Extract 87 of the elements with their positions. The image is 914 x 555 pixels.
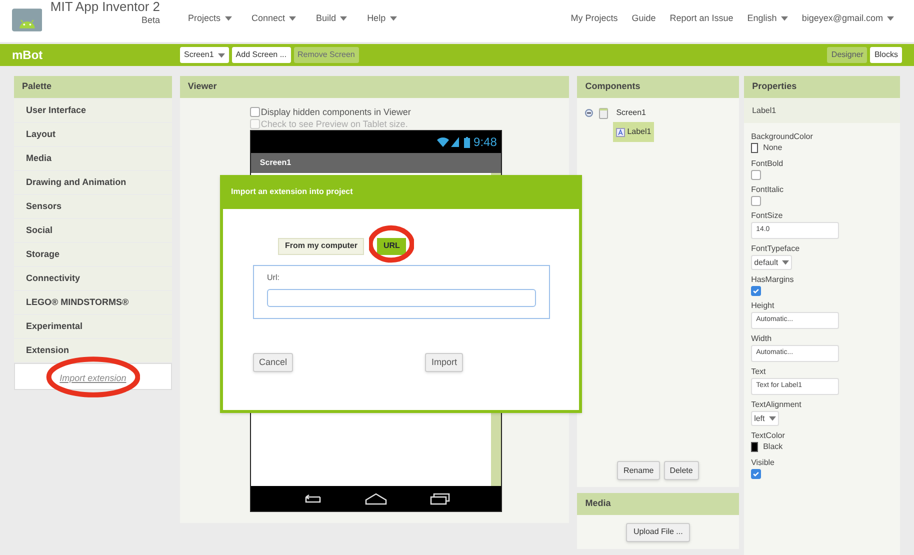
palette-category[interactable]: LEGO® MINDSTORMS®	[14, 291, 172, 314]
palette-category[interactable]: Drawing and Animation	[14, 171, 172, 194]
nav-link[interactable]: bigeyex@gmail.com	[802, 12, 894, 26]
checkbox[interactable]	[751, 469, 762, 479]
battery-icon	[464, 136, 470, 148]
toolbar-button[interactable]: Add Screen ...	[232, 47, 290, 63]
property-label: Height	[751, 300, 776, 311]
phone-title-bar: Screen1	[250, 153, 501, 173]
url-field[interactable]	[267, 289, 536, 307]
property-dropdown[interactable]: default	[751, 255, 792, 270]
palette-category[interactable]: Layout	[14, 123, 172, 146]
checkbox[interactable]	[751, 286, 762, 296]
property-label: FontBold	[751, 158, 784, 169]
panel-header: Palette	[14, 76, 172, 98]
dialog-button[interactable]: Cancel	[253, 353, 294, 372]
palette-category[interactable]: Sensors	[14, 195, 172, 218]
property-label: Visible	[751, 457, 776, 468]
view-toggle[interactable]: Blocks	[870, 47, 902, 63]
palette-category[interactable]: User Interface	[14, 99, 172, 122]
check-icon	[752, 470, 760, 478]
color-value: Black	[763, 441, 783, 453]
nav-menu[interactable]: Connect	[252, 12, 296, 26]
palette-category[interactable]: Connectivity	[14, 267, 172, 290]
upload-file-button[interactable]: Upload File ...	[626, 522, 690, 542]
property-label: HasMargins	[751, 274, 795, 285]
color-swatch[interactable]	[751, 442, 758, 452]
app-title: MIT App Inventor 2	[50, 0, 160, 14]
nav-menu[interactable]: Build	[316, 12, 348, 26]
property-label: Width	[751, 333, 773, 344]
dialog-title: Import an extension into project	[220, 175, 582, 209]
caret-icon	[782, 260, 790, 265]
project-name: mBot	[12, 47, 44, 64]
source-tab[interactable]: From my computer	[278, 238, 364, 254]
palette-category[interactable]: Media	[14, 147, 172, 170]
nav-link[interactable]: English	[747, 12, 788, 26]
tree-item[interactable]: Screen1	[614, 104, 648, 122]
nav-link[interactable]: Report an Issue	[670, 12, 734, 26]
component-name: Label1	[744, 98, 900, 123]
checkbox-label: Check to see Preview on Tablet size.	[260, 118, 408, 130]
palette-category[interactable]: Storage	[14, 243, 172, 266]
checkbox[interactable]	[751, 196, 762, 206]
collapse-toggle-icon[interactable]	[585, 109, 594, 117]
dialog-button[interactable]: Import	[425, 353, 463, 372]
property-dropdown[interactable]: left	[751, 411, 779, 426]
panel-button[interactable]: Rename	[617, 461, 660, 480]
view-toggle[interactable]: Designer	[827, 47, 868, 63]
palette-category[interactable]: Extension	[14, 339, 172, 362]
panel-header: Media	[577, 493, 740, 515]
checkbox[interactable]	[250, 107, 260, 117]
property-label: TextAlignment	[751, 399, 802, 410]
tree-item[interactable]: Label1	[613, 122, 654, 142]
import-extension-link[interactable]: Import extension	[60, 372, 126, 382]
url-label: Url:	[267, 272, 280, 284]
phone-clock: 9:48	[474, 134, 497, 151]
checkbox[interactable]	[751, 170, 762, 180]
property-label: FontTypeface	[751, 243, 801, 254]
signal-icon	[450, 137, 459, 147]
android-logo-icon	[12, 6, 42, 34]
property-label: Text	[751, 366, 767, 377]
home-icon[interactable]	[364, 492, 387, 504]
screen-dropdown[interactable]: Screen1	[180, 47, 229, 63]
panel-header: Components	[577, 76, 740, 98]
property-label: FontItalic	[751, 184, 785, 195]
app-subtitle: Beta	[141, 14, 160, 27]
nav-menu[interactable]: Projects	[188, 12, 232, 26]
panel-header: Properties	[744, 76, 900, 98]
property-label: BackgroundColor	[751, 131, 814, 142]
color-swatch[interactable]	[751, 143, 758, 153]
check-icon	[752, 287, 760, 295]
wifi-icon	[436, 137, 449, 147]
checkbox-label: Display hidden components in Viewer	[260, 106, 411, 118]
recent-apps-icon[interactable]	[430, 492, 450, 504]
property-label: FontSize	[751, 210, 784, 221]
nav-menu[interactable]: Help	[367, 12, 397, 26]
nav-link[interactable]: Guide	[632, 12, 656, 26]
panel-header: Viewer	[180, 76, 570, 98]
palette-category[interactable]: Social	[14, 219, 172, 242]
color-value: None	[763, 142, 782, 154]
palette-category[interactable]: Experimental	[14, 315, 172, 338]
screen-icon	[599, 108, 608, 118]
property-label: TextColor	[751, 430, 786, 441]
nav-link[interactable]: My Projects	[570, 12, 618, 26]
caret-icon	[768, 416, 776, 421]
label-component-icon	[616, 128, 626, 136]
source-tab[interactable]: URL	[377, 238, 406, 254]
panel-button[interactable]: Delete	[664, 461, 699, 480]
caret-icon	[218, 52, 225, 58]
